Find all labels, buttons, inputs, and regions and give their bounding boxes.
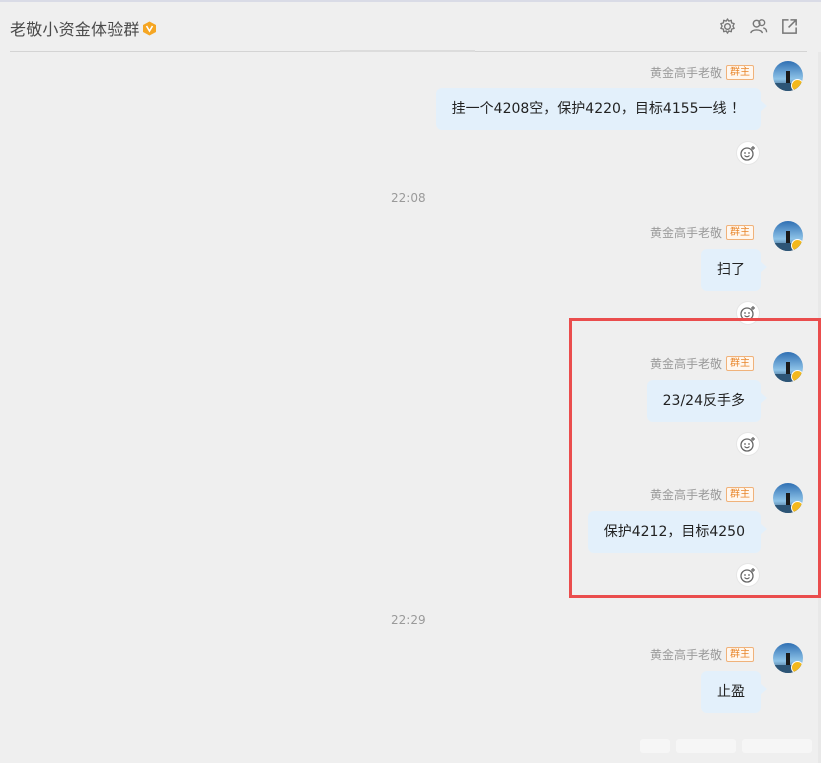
verified-icon: [791, 239, 803, 251]
message-bubble[interactable]: 扫了: [701, 249, 767, 291]
sender-name: 黄金高手老敬: [649, 226, 722, 240]
message-bubble[interactable]: 挂一个4208空，保护4220，目标4155一线 ！: [435, 88, 768, 130]
group-name: 老敬小资金体验群: [10, 20, 140, 39]
verified-icon: [791, 79, 803, 91]
watermark-image: [640, 739, 812, 753]
window-top-border: [0, 0, 821, 2]
avatar[interactable]: [773, 61, 803, 91]
vip-badge-icon: [142, 21, 157, 36]
avatar[interactable]: [773, 221, 803, 251]
message-sender: 黄金高手老敬 群主: [650, 646, 754, 663]
gear-icon[interactable]: [718, 17, 737, 36]
sender-name: 黄金高手老敬: [649, 66, 722, 80]
highlight-box: [569, 318, 821, 598]
header-divider-highlight: [340, 50, 475, 52]
timestamp: 22:29: [391, 613, 426, 627]
reaction-button[interactable]: [737, 142, 759, 164]
owner-badge: 群主: [726, 65, 754, 80]
emoji-add-icon: [740, 146, 755, 161]
sender-name: 黄金高手老敬: [649, 648, 722, 662]
verified-icon: [791, 661, 803, 673]
timestamp: 22:08: [391, 191, 426, 205]
message-sender: 黄金高手老敬 群主: [650, 64, 754, 81]
owner-badge: 群主: [726, 225, 754, 240]
chat-header: 老敬小资金体验群: [0, 0, 821, 52]
owner-badge: 群主: [726, 647, 754, 662]
group-title[interactable]: 老敬小资金体验群: [10, 16, 157, 40]
header-actions: [718, 17, 799, 36]
avatar[interactable]: [773, 643, 803, 673]
message-bubble[interactable]: 止盈: [701, 671, 767, 713]
open-external-icon[interactable]: [780, 17, 799, 36]
group-members-icon[interactable]: [749, 17, 768, 36]
message-sender: 黄金高手老敬 群主: [650, 224, 754, 241]
